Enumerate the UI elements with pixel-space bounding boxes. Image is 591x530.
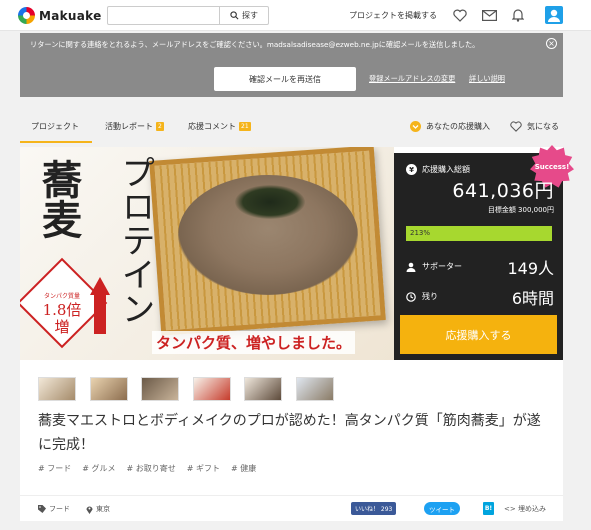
tab-activity-report[interactable]: 活動レポート 2 [105, 121, 164, 132]
thumbnail-6[interactable] [296, 377, 334, 401]
heart-icon[interactable] [452, 7, 468, 23]
project-card: 蕎麦 プロテイン タンパク質量 1.8倍 増 タンパク質、増やしました。 Suc… [20, 145, 574, 521]
favorite-button[interactable]: 気になる [510, 121, 559, 132]
tab-activity-report-label: 活動レポート [105, 122, 153, 131]
funding-stats-panel: Success! ¥ 応援購入総額 641,036円 目標金額 300,000円… [394, 145, 574, 360]
bell-icon[interactable] [510, 7, 526, 23]
favorite-label: 気になる [527, 122, 559, 131]
project-footer: フード 東京 いいね！ 293 ツイート B! <> 埋め込み [20, 495, 563, 521]
close-icon[interactable]: × [546, 38, 557, 49]
comments-count-badge: 21 [239, 122, 251, 131]
resend-email-button[interactable]: 確認メールを再送信 [214, 67, 356, 91]
remaining-label: 残り [406, 291, 438, 302]
post-project-link[interactable]: プロジェクトを掲載する [349, 10, 437, 21]
person-icon [406, 262, 416, 272]
my-support-purchase-label: あなたの応援購入 [426, 122, 490, 131]
project-hero-image[interactable]: 蕎麦 プロテイン タンパク質量 1.8倍 増 タンパク質、増やしました。 [20, 147, 394, 360]
remaining-time: 6時間 [511, 289, 554, 308]
hatena-bookmark-button[interactable]: B! [483, 502, 494, 515]
total-label: ¥ 応援購入総額 [406, 164, 470, 175]
tag-order-delivery[interactable]: # お取り寄せ [127, 463, 176, 474]
up-arrow-icon [90, 277, 110, 295]
category-link[interactable]: フード [38, 504, 70, 514]
total-label-text: 応援購入総額 [422, 165, 470, 174]
my-support-purchase-link[interactable]: あなたの応援購入 [410, 121, 490, 132]
chevron-down-circle-icon [410, 121, 421, 132]
user-avatar-icon[interactable] [545, 6, 563, 24]
search-input[interactable]: 探す [107, 6, 269, 25]
project-title: 蕎麦マエストロとボディメイクのプロが認めた！高タンパク質「筋肉蕎麦」が遂に完成！ [38, 413, 541, 453]
goal-amount: 目標金額 300,000円 [487, 206, 554, 214]
search-button-label: 探す [242, 11, 258, 20]
location-pin-icon [86, 506, 93, 514]
supporters-count: 149人 [507, 259, 554, 278]
details-link[interactable]: 詳しい説明 [469, 74, 505, 84]
notice-message: リターンに関する連絡をとれるよう、メールアドレスをご確認ください。madsals… [30, 40, 480, 49]
search-button[interactable]: 探す [219, 7, 268, 24]
thumbnail-5[interactable] [244, 377, 282, 401]
protein-badge-zo: 増 [54, 318, 70, 336]
project-tabs: プロジェクト 活動レポート 2 応援コメント 21 あなたの応援購入 気になる [0, 109, 591, 143]
activity-count-badge: 2 [156, 122, 164, 131]
search-icon [230, 11, 239, 20]
up-arrow-stem [94, 294, 106, 334]
tag-food[interactable]: # フード [38, 463, 71, 474]
location-label: 東京 [96, 505, 110, 513]
facebook-like-button[interactable]: いいね！ 293 [351, 502, 397, 515]
tweet-button[interactable]: ツイート [424, 502, 460, 515]
project-tags: # フード # グルメ # お取り寄せ # ギフト # 健康 [38, 463, 267, 474]
hero-tagline: タンパク質、増やしました。 [152, 331, 356, 354]
hero-soba-text: 蕎麦 [35, 159, 82, 239]
change-email-link[interactable]: 登録メールアドレスの変更 [369, 74, 455, 84]
tab-support-comments[interactable]: 応援コメント 21 [188, 121, 251, 132]
tag-icon [38, 505, 46, 513]
supporters-label-text: サポーター [422, 262, 462, 271]
tab-project[interactable]: プロジェクト [31, 121, 79, 132]
protein-badge-small: タンパク質量 [43, 293, 80, 300]
hero-protein-text: プロテイン [115, 155, 155, 325]
protein-badge: タンパク質量 1.8倍 増 [30, 283, 94, 336]
tab-support-comments-label: 応援コメント [188, 122, 236, 131]
makuake-logo[interactable]: Makuake [18, 7, 102, 24]
tag-gift[interactable]: # ギフト [187, 463, 220, 474]
active-tab-indicator [20, 141, 92, 143]
thumbnail-4[interactable] [193, 377, 231, 401]
logo-mark-icon [18, 7, 35, 24]
logo-text: Makuake [39, 8, 102, 23]
progress-percent: 213% [410, 229, 431, 237]
email-confirm-notice: リターンに関する連絡をとれるよう、メールアドレスをご確認ください。madsals… [20, 33, 563, 97]
yen-coin-icon: ¥ [406, 164, 417, 175]
heart-icon [510, 121, 522, 132]
tag-gourmet[interactable]: # グルメ [82, 463, 115, 474]
thumbnail-1[interactable] [38, 377, 76, 401]
nori-topping [235, 185, 305, 219]
supporters-label: サポーター [406, 261, 462, 272]
protein-badge-big: 1.8倍 [42, 301, 82, 319]
support-purchase-button[interactable]: 応援購入する [400, 315, 557, 354]
mail-icon[interactable] [481, 7, 497, 23]
clock-icon [406, 291, 416, 302]
thumbnail-3[interactable] [141, 377, 179, 401]
location-link[interactable]: 東京 [86, 504, 110, 514]
tag-health[interactable]: # 健康 [231, 463, 256, 474]
funding-progress-bar: 213% [406, 226, 552, 241]
thumbnail-2[interactable] [90, 377, 128, 401]
site-header: Makuake 探す プロジェクトを掲載する [0, 0, 591, 31]
embed-link[interactable]: <> 埋め込み [504, 504, 546, 514]
funding-amount: 641,036円 [452, 180, 554, 202]
category-label: フード [49, 505, 70, 513]
remaining-label-text: 残り [422, 292, 438, 301]
tab-project-label: プロジェクト [31, 122, 79, 131]
